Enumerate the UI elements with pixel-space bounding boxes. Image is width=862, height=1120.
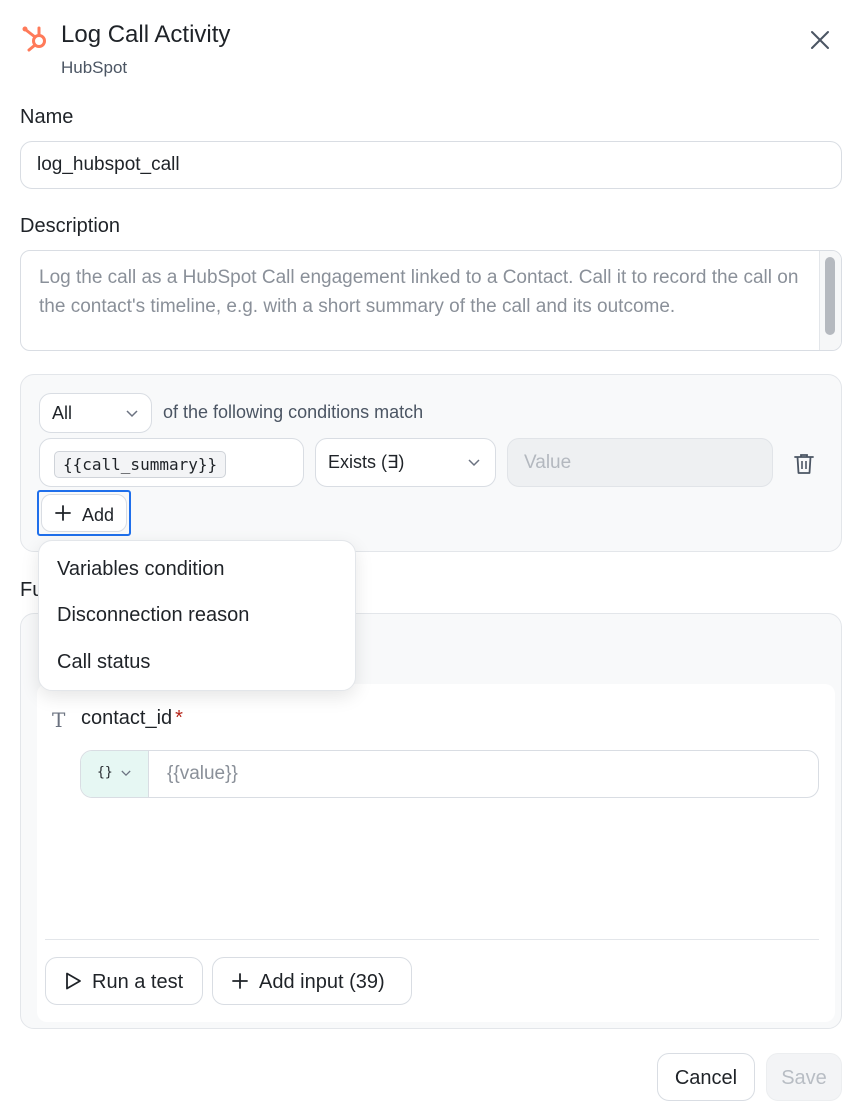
variable-chip: {{call_summary}} <box>54 451 227 478</box>
condition-value-input[interactable]: Value <box>507 438 773 487</box>
chevron-down-icon <box>121 770 131 777</box>
description-text: Log the call as a HubSpot Call engagemen… <box>39 267 799 317</box>
match-mode-select[interactable]: All <box>39 393 152 433</box>
field-value-input-row: {} {{value}} <box>80 750 819 798</box>
description-scrollbar[interactable] <box>819 251 841 350</box>
hubspot-logo-icon <box>22 26 46 52</box>
chevron-down-icon <box>126 410 138 418</box>
field-name: contact_id * <box>81 707 183 730</box>
trash-icon[interactable] <box>793 452 815 476</box>
add-condition-button[interactable]: Add <box>41 494 127 532</box>
menu-item-disconnection-reason[interactable]: Disconnection reason <box>57 604 249 627</box>
description-textarea[interactable]: Log the call as a HubSpot Call engagemen… <box>20 250 842 351</box>
description-label: Description <box>20 215 121 237</box>
function-input-card: T contact_id * {} {{value}} Run a test Ad… <box>37 684 835 1022</box>
dialog-subtitle: HubSpot <box>61 58 128 77</box>
add-condition-focus-ring: Add <box>37 490 131 536</box>
name-input[interactable]: log_hubspot_call <box>20 141 842 189</box>
chevron-down-icon <box>468 459 480 467</box>
description-scrollbar-thumb[interactable] <box>825 257 835 335</box>
close-icon[interactable] <box>806 26 834 54</box>
menu-item-call-status[interactable]: Call status <box>57 651 150 674</box>
add-input-button[interactable]: Add input (39) <box>212 957 412 1005</box>
menu-item-variables-condition[interactable]: Variables condition <box>57 558 225 581</box>
add-condition-menu: Variables condition Disconnection reason… <box>38 540 356 691</box>
condition-operator-select[interactable]: Exists (∃) <box>315 438 496 487</box>
field-value-input[interactable]: {{value}} <box>167 763 238 785</box>
condition-variable-input[interactable]: {{call_summary}} <box>39 438 304 487</box>
divider <box>45 939 819 940</box>
braces-icon: {} <box>97 765 113 780</box>
value-type-select[interactable]: {} <box>81 751 149 797</box>
name-label: Name <box>20 106 74 128</box>
field-name-text: contact_id <box>81 707 173 729</box>
run-test-button[interactable]: Run a test <box>45 957 203 1005</box>
plus-icon <box>232 973 248 989</box>
dialog-header: Log Call Activity HubSpot <box>20 20 842 84</box>
save-label: Save <box>781 1067 827 1089</box>
conditions-panel: All of the following conditions match {{… <box>20 374 842 552</box>
plus-icon <box>55 505 71 521</box>
cancel-label: Cancel <box>674 1067 738 1089</box>
conditions-match-text: of the following conditions match <box>163 402 424 422</box>
run-test-label: Run a test <box>92 971 184 993</box>
required-mark: * <box>175 707 183 729</box>
add-condition-label: Add <box>82 505 115 525</box>
dialog-title: Log Call Activity <box>61 21 231 48</box>
save-button[interactable]: Save <box>766 1053 842 1101</box>
condition-operator-value: Exists (∃) <box>328 452 405 472</box>
text-type-icon: T <box>52 708 66 732</box>
play-icon <box>66 972 81 990</box>
match-mode-value: All <box>52 403 73 423</box>
cancel-button[interactable]: Cancel <box>657 1053 755 1101</box>
add-input-label: Add input (39) <box>259 971 385 993</box>
